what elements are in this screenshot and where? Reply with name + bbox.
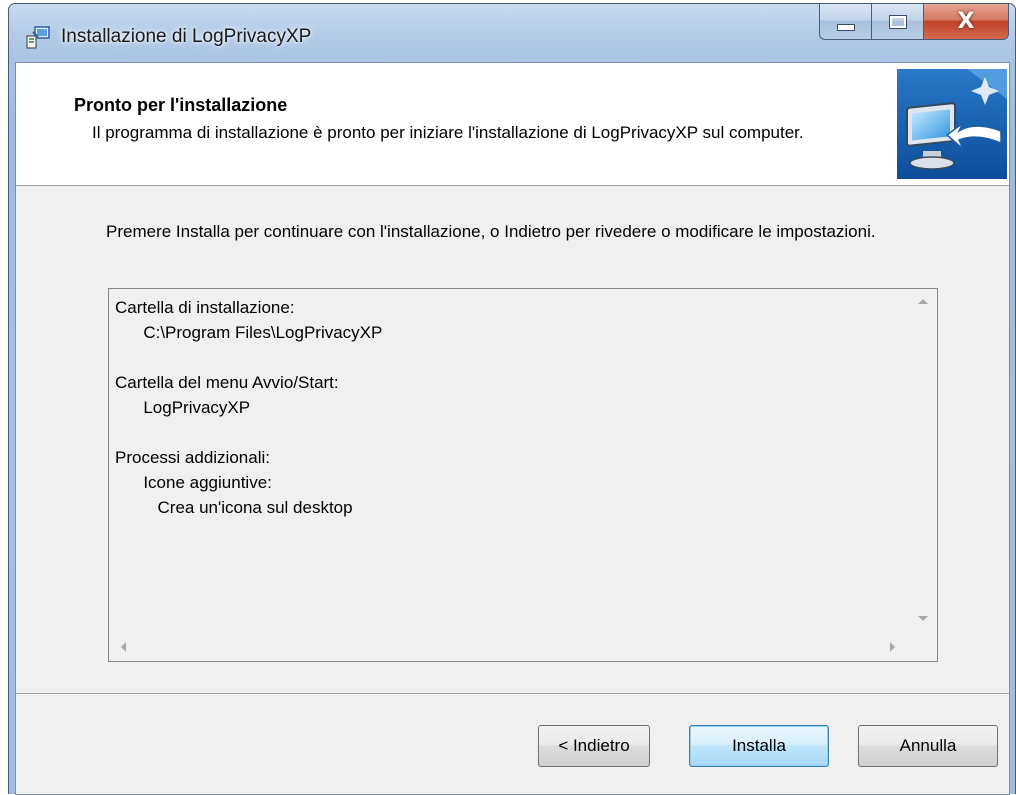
maximize-button[interactable] xyxy=(871,4,923,40)
memo-line xyxy=(115,420,905,445)
minimize-icon xyxy=(836,24,855,31)
window-title: Installazione di LogPrivacyXP xyxy=(61,26,312,47)
scroll-corner xyxy=(909,633,937,661)
minimize-button[interactable] xyxy=(819,4,871,40)
footer-separator xyxy=(16,693,1009,695)
wizard-header: Pronto per l'installazione Il programma … xyxy=(16,63,1009,186)
ready-memo[interactable]: Cartella di installazione: C:\Program Fi… xyxy=(108,288,938,662)
memo-line xyxy=(115,345,905,370)
vertical-scrollbar[interactable] xyxy=(909,289,937,633)
scroll-right-icon[interactable] xyxy=(890,642,895,652)
maximize-icon xyxy=(888,14,907,29)
installer-icon xyxy=(26,26,50,49)
caption-buttons: X xyxy=(819,4,1009,41)
memo-line: Crea un'icona sul desktop xyxy=(115,498,353,517)
computer-monitor-arrow-icon xyxy=(897,69,1007,179)
instruction-text: Premere Installa per continuare con l'in… xyxy=(106,222,876,241)
cancel-button[interactable]: Annulla xyxy=(858,725,998,767)
horizontal-scrollbar[interactable] xyxy=(109,633,909,661)
scroll-left-icon[interactable] xyxy=(121,642,126,652)
dialog-client-area: Pronto per l'installazione Il programma … xyxy=(15,62,1010,795)
scroll-down-icon[interactable] xyxy=(918,616,928,621)
page-title: Pronto per l'installazione xyxy=(74,95,288,115)
memo-line: C:\Program Files\LogPrivacyXP xyxy=(115,323,383,342)
scroll-up-icon[interactable] xyxy=(918,299,928,304)
close-button[interactable]: X xyxy=(923,4,1009,40)
memo-line: Processi addizionali: xyxy=(115,448,270,467)
memo-line: Cartella del menu Avvio/Start: xyxy=(115,373,339,392)
install-button[interactable]: Installa xyxy=(689,725,829,767)
memo-line: Icone aggiuntive: xyxy=(115,473,272,492)
page-description: Il programma di installazione è pronto p… xyxy=(92,123,804,142)
memo-line: LogPrivacyXP xyxy=(115,398,251,417)
close-icon: X xyxy=(957,9,975,34)
ready-memo-content: Cartella di installazione: C:\Program Fi… xyxy=(115,295,905,520)
installer-window: Installazione di LogPrivacyXP X Pronto p… xyxy=(8,3,1016,795)
memo-line: Cartella di installazione: xyxy=(115,298,295,317)
back-button[interactable]: < Indietro xyxy=(538,725,650,767)
